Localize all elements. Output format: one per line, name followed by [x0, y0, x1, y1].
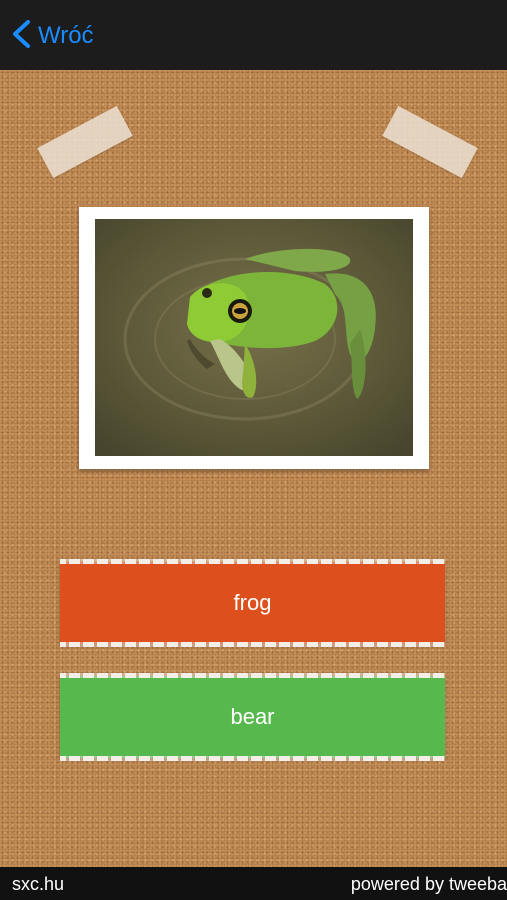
navigation-bar: Wróć	[0, 0, 507, 70]
answer-label: bear	[230, 704, 275, 729]
answer-button-bear[interactable]: bear	[60, 673, 445, 761]
answer-label: frog	[233, 590, 272, 615]
frog-photo	[95, 219, 413, 456]
frog-illustration	[95, 219, 413, 456]
back-label: Wróć	[38, 22, 94, 49]
chevron-left-icon	[10, 19, 32, 54]
footer-bar: sxc.hu powered by tweeba	[0, 867, 507, 900]
image-source-credit: sxc.hu	[12, 874, 65, 894]
answer-button-frog[interactable]: frog	[60, 559, 445, 647]
powered-by-label: powered by tweeba	[350, 874, 507, 894]
back-button[interactable]: Wróć	[10, 18, 94, 54]
question-photo-frame	[79, 207, 429, 469]
